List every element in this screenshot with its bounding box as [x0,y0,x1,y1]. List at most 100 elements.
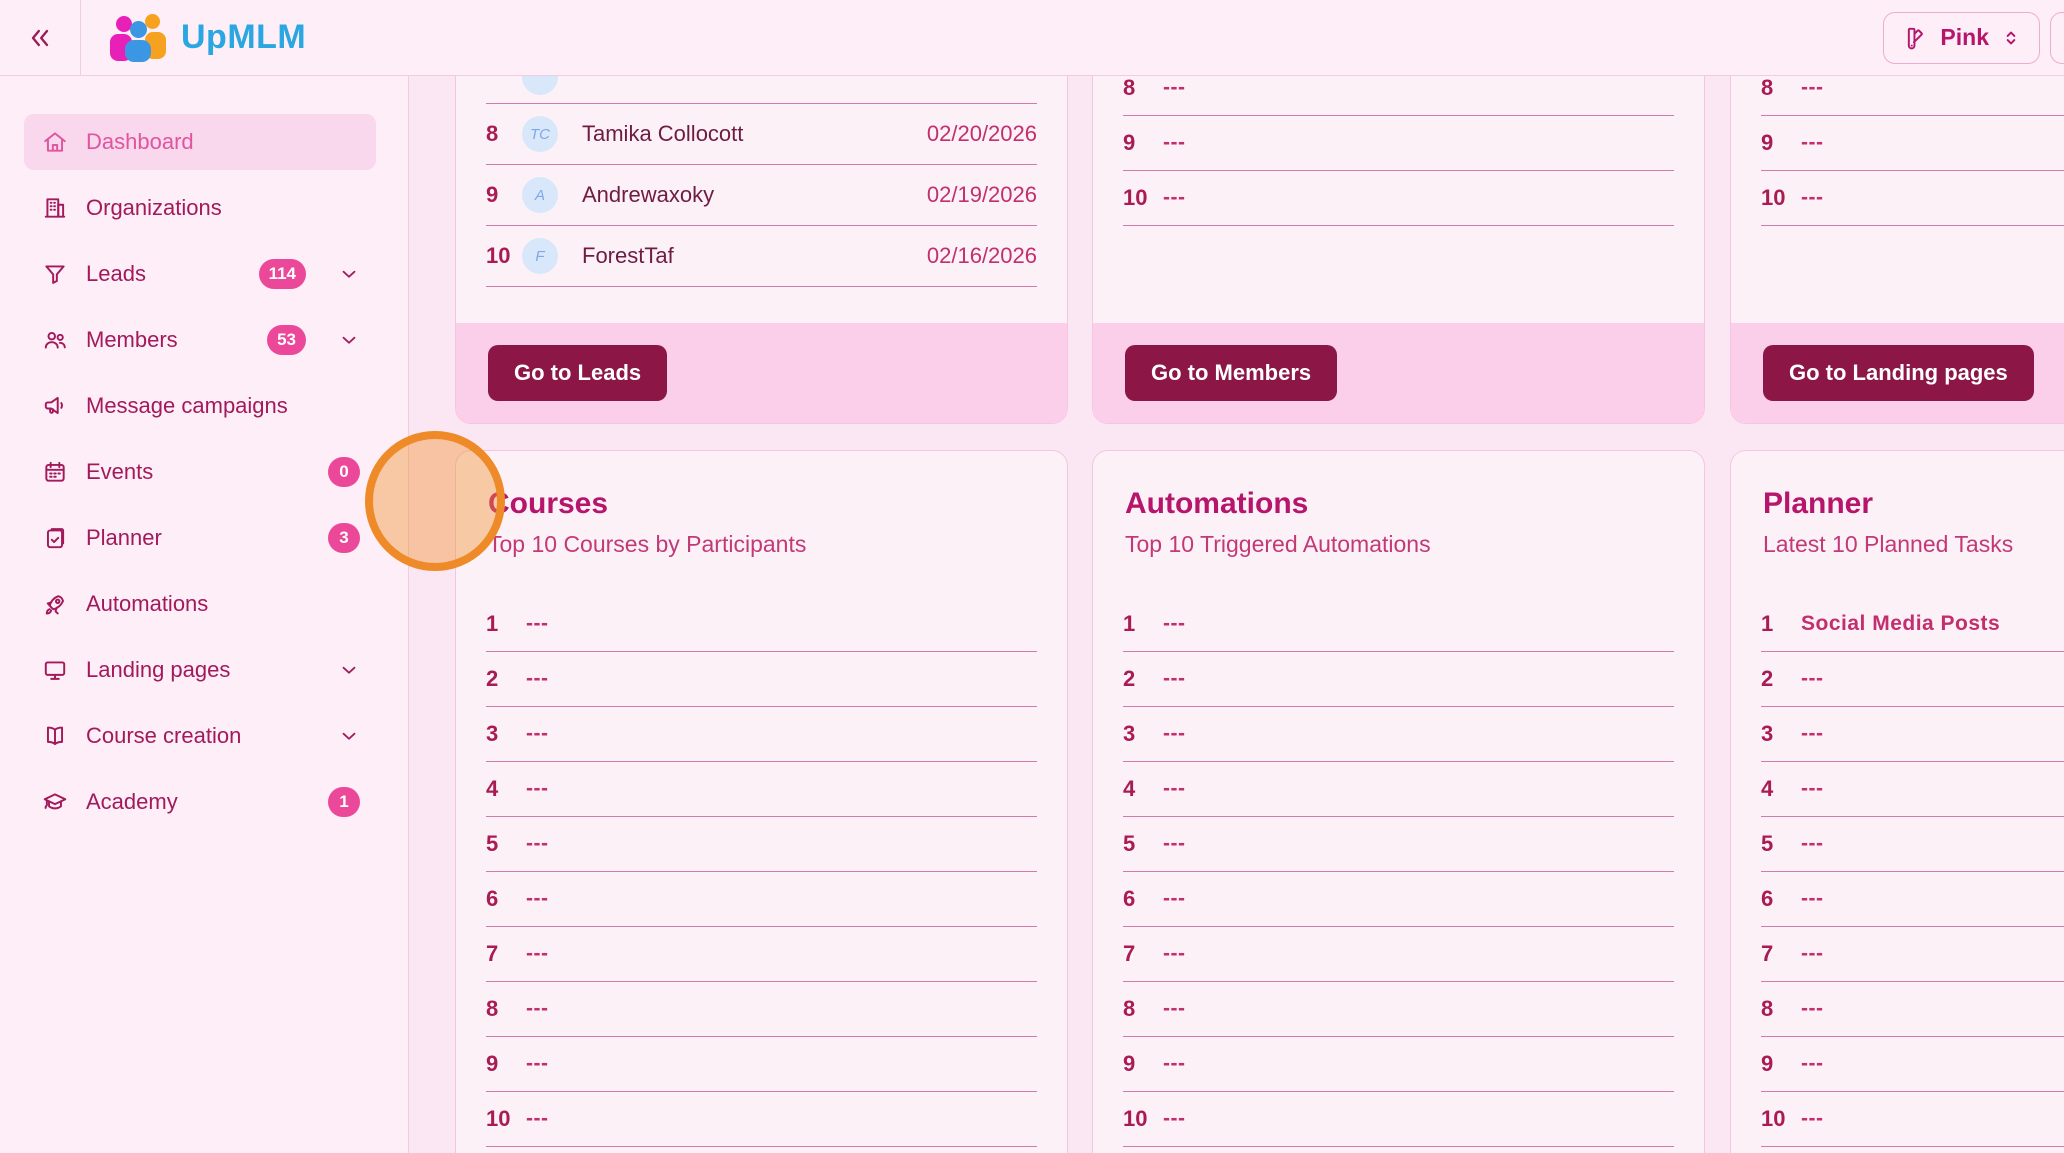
go-to-landing-pages-button[interactable]: Go to Landing pages [1763,345,2034,401]
list-item: 10 --- [1123,171,1674,226]
row-value: --- [1163,832,1185,856]
row-number: 4 [1123,776,1163,802]
automations-card: Automations Top 10 Triggered Automations… [1092,450,1705,1153]
sidebar-nav: Dashboard Organizations Leads 114 Member… [0,76,408,830]
graduation-cap-icon [42,789,68,815]
row-value: --- [1163,76,1185,100]
row-number: 10 [1761,185,1801,211]
updown-chevron-icon [2001,28,2021,48]
sidebar-item-academy[interactable]: Academy 1 [24,774,376,830]
row-value: --- [526,612,548,636]
list-item: 7 --- [486,927,1037,982]
go-to-members-button[interactable]: Go to Members [1125,345,1337,401]
row-value: --- [1801,832,1823,856]
list-item: 5 --- [1123,817,1674,872]
card-title: Automations [1125,487,1672,521]
sidebar-item-events[interactable]: Events 0 [24,444,376,500]
row-number: 8 [486,121,522,147]
sidebar-item-label: Dashboard [86,129,194,155]
palette-icon [1902,25,1928,51]
row-value: --- [1163,997,1185,1021]
chevron-down-icon[interactable] [338,659,360,681]
row-number: 8 [1123,996,1163,1022]
row-value: --- [526,997,548,1021]
row-value: --- [1163,667,1185,691]
list-item: 5 --- [1761,817,2064,872]
row-number: 4 [486,776,526,802]
row-value: --- [1801,997,1823,1021]
row-number: 7 [486,941,526,967]
sidebar-item-label: Leads [86,261,146,287]
sidebar-item-course-creation[interactable]: Course creation [24,708,376,764]
click-indicator-circle [365,431,505,571]
sidebar-item-dashboard[interactable]: Dashboard [24,114,376,170]
sidebar-item-planner[interactable]: Planner 3 [24,510,376,566]
chevron-down-icon[interactable] [338,329,360,351]
row-number: 9 [486,182,522,208]
lead-date: 02/19/2026 [927,182,1037,208]
header-extra-button[interactable] [2050,12,2064,64]
list-item: 2 --- [1123,652,1674,707]
row-value: --- [1163,1107,1185,1131]
sidebar-item-label: Automations [86,591,208,617]
list-item: 3 --- [1123,707,1674,762]
row-number: 3 [486,721,526,747]
row-number: 9 [1123,130,1163,156]
sidebar-item-message-campaigns[interactable]: Message campaigns [24,378,376,434]
chevron-down-icon[interactable] [338,725,360,747]
list-item: 5 --- [486,817,1037,872]
chevron-down-icon[interactable] [338,263,360,285]
list-item: 8 --- [1761,982,2064,1037]
theme-select[interactable]: Pink [1883,12,2040,64]
lead-row: 8 TC Tamika Collocott 02/20/2026 [486,104,1037,165]
sidebar-collapse-button[interactable] [0,0,81,76]
courses-list: 1 --- 2 --- 3 --- 4 --- 5 --- 6 --- [456,597,1067,1147]
list-item: 7 --- [1761,927,2064,982]
row-value: --- [526,942,548,966]
sidebar-item-label: Academy [86,789,178,815]
row-number: 2 [1123,666,1163,692]
landing-pages-list: 8 --- 9 --- 10 --- [1731,61,2064,226]
row-value: --- [1801,777,1823,801]
list-item: 6 --- [486,872,1037,927]
sidebar-item-organizations[interactable]: Organizations [24,180,376,236]
header-actions: Pink [1883,12,2064,64]
sidebar-item-label: Events [86,459,153,485]
row-number: 9 [1123,1051,1163,1077]
planner-list: 1 Social Media Posts 2 --- 3 --- 4 --- 5… [1731,597,2064,1147]
row-number: 10 [1123,185,1163,211]
members-list: 8 --- 9 --- 10 --- [1093,61,1704,226]
row-number: 5 [486,831,526,857]
list-item: 6 --- [1761,872,2064,927]
chevrons-left-icon [26,24,54,52]
sidebar-item-landing-pages[interactable]: Landing pages [24,642,376,698]
row-number: 9 [486,1051,526,1077]
sidebar-item-label: Message campaigns [86,393,288,419]
row-number: 1 [1123,611,1163,637]
lead-row: 10 F ForestTaf 02/16/2026 [486,226,1037,287]
row-number: 6 [1123,886,1163,912]
list-item: 3 --- [486,707,1037,762]
row-number: 1 [1761,611,1801,637]
row-number: 4 [1761,776,1801,802]
row-value: --- [526,832,548,856]
list-item: 10 --- [1761,171,2064,226]
row-number: 7 [1761,941,1801,967]
go-to-leads-button[interactable]: Go to Leads [488,345,667,401]
list-item: 3 --- [1761,707,2064,762]
sidebar-item-members[interactable]: Members 53 [24,312,376,368]
planner-card: Planner Latest 10 Planned Tasks 1 Social… [1730,450,2064,1153]
monitor-icon [42,657,68,683]
list-item: 9 --- [1761,116,2064,171]
row-value: Social Media Posts [1801,612,2000,636]
row-value: --- [1801,131,1823,155]
list-item: 9 --- [1123,116,1674,171]
people-icon [42,327,68,353]
row-value: --- [1163,722,1185,746]
funnel-icon [42,261,68,287]
list-item: 6 --- [1123,872,1674,927]
sidebar-item-leads[interactable]: Leads 114 [24,246,376,302]
sidebar-item-automations[interactable]: Automations [24,576,376,632]
academy-count-badge: 1 [328,787,360,817]
sidebar: Dashboard Organizations Leads 114 Member… [0,76,409,1153]
